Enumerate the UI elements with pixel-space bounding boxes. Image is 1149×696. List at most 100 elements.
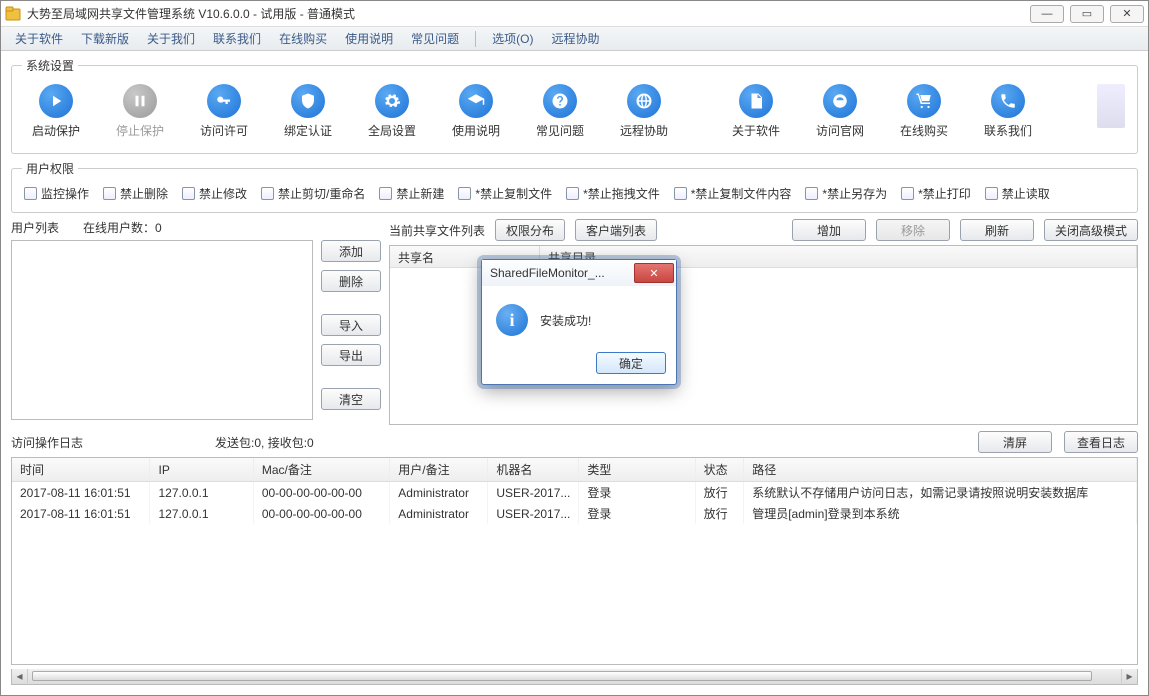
permission-checkbox-9[interactable]: *禁止打印 [901,185,971,202]
log-row[interactable]: 2017-08-11 16:01:51127.0.0.100-00-00-00-… [12,482,1137,504]
toolbar-start-protect[interactable]: 启动保护 [24,84,88,139]
horizontal-scrollbar[interactable]: ◂ ▸ [11,669,1138,685]
app-icon [5,6,21,22]
toolbar-stop-protect: 停止保护 [108,84,172,139]
permission-label: 监控操作 [41,185,89,202]
log-col-3[interactable]: 用户/备注 [390,458,488,482]
permission-checkbox-5[interactable]: *禁止复制文件 [458,185,552,202]
menu-item-1[interactable]: 下载新版 [73,28,137,49]
clear-log-button[interactable]: 清屏 [978,431,1052,453]
permission-checkbox-2[interactable]: 禁止修改 [182,185,247,202]
log-cell-status: 放行 [695,482,744,504]
toolbar-bind-auth[interactable]: 绑定认证 [276,84,340,139]
log-col-0[interactable]: 时间 [12,458,150,482]
toolbar-visit-site[interactable]: 访问官网 [808,84,872,139]
toolbar-usage-guide[interactable]: 使用说明 [444,84,508,139]
checkbox-icon [805,187,818,200]
permission-label: 禁止新建 [396,185,444,202]
log-col-2[interactable]: Mac/备注 [253,458,389,482]
menu-item-4[interactable]: 在线购买 [271,28,335,49]
minimize-button[interactable]: — [1030,5,1064,23]
menu-item-7[interactable]: 选项(O) [484,28,541,49]
log-col-6[interactable]: 状态 [695,458,744,482]
pause-icon [123,84,157,118]
toolbar-label: 停止保护 [116,122,164,139]
scroll-right-arrow-icon[interactable]: ▸ [1121,669,1137,683]
permission-label: 禁止读取 [1002,185,1050,202]
info-icon: i [496,304,528,336]
checkbox-icon [566,187,579,200]
menu-item-8[interactable]: 远程协助 [543,28,607,49]
toolbar-about-software[interactable]: 关于软件 [724,84,788,139]
toolbar-buy-online[interactable]: 在线购买 [892,84,956,139]
toolbar-global-settings[interactable]: 全局设置 [360,84,424,139]
gear-icon [375,84,409,118]
clear-users-button[interactable]: 清空 [321,388,381,410]
permission-checkbox-3[interactable]: 禁止剪切/重命名 [261,185,365,202]
toolbar-label: 联系我们 [984,122,1032,139]
permission-checkbox-8[interactable]: *禁止另存为 [805,185,887,202]
checkbox-icon [103,187,116,200]
toolbar-access-permit[interactable]: 访问许可 [192,84,256,139]
toolbar-label: 关于软件 [732,122,780,139]
log-cell-status: 放行 [695,503,744,524]
permission-checkbox-4[interactable]: 禁止新建 [379,185,444,202]
checkbox-icon [901,187,914,200]
cart-icon [907,84,941,118]
permission-checkbox-6[interactable]: *禁止拖拽文件 [566,185,660,202]
log-grid[interactable]: 时间IPMac/备注用户/备注机器名类型状态路径 2017-08-11 16:0… [11,457,1138,665]
close-button[interactable]: ✕ [1110,5,1144,23]
add-user-button[interactable]: 添加 [321,240,381,262]
close-advanced-button[interactable]: 关闭高级模式 [1044,219,1138,241]
permission-checkbox-7[interactable]: *禁止复制文件内容 [674,185,792,202]
log-col-1[interactable]: IP [150,458,253,482]
refresh-share-button[interactable]: 刷新 [960,219,1034,241]
log-col-4[interactable]: 机器名 [488,458,579,482]
share-list-label: 当前共享文件列表 [389,222,485,239]
permission-checkbox-1[interactable]: 禁止删除 [103,185,168,202]
maximize-button[interactable]: ▭ [1070,5,1104,23]
doc-icon [739,84,773,118]
dialog-title: SharedFileMonitor_... [490,266,634,280]
dialog-message: 安装成功! [540,312,591,329]
log-cell-user: Administrator [390,482,488,504]
menu-item-5[interactable]: 使用说明 [337,28,401,49]
toolbar-label: 使用说明 [452,122,500,139]
scroll-left-arrow-icon[interactable]: ◂ [12,669,28,683]
permission-label: *禁止拖拽文件 [583,185,660,202]
toolbar-faq[interactable]: 常见问题 [528,84,592,139]
menu-item-2[interactable]: 关于我们 [139,28,203,49]
permission-dist-button[interactable]: 权限分布 [495,219,565,241]
key-icon [207,84,241,118]
title-bar: 大势至局域网共享文件管理系统 V10.6.0.0 - 试用版 - 普通模式 — … [1,1,1148,27]
scroll-thumb[interactable] [32,671,1092,681]
globe-icon [627,84,661,118]
toolbar-label: 启动保护 [32,122,80,139]
menu-item-6[interactable]: 常见问题 [403,28,467,49]
toolbar-remote-assist[interactable]: 远程协助 [612,84,676,139]
add-share-button[interactable]: 增加 [792,219,866,241]
log-row[interactable]: 2017-08-11 16:01:51127.0.0.100-00-00-00-… [12,503,1137,524]
phone-icon [991,84,1025,118]
log-col-5[interactable]: 类型 [579,458,695,482]
ie-icon [823,84,857,118]
checkbox-icon [379,187,392,200]
checkbox-icon [458,187,471,200]
toolbar-contact-us[interactable]: 联系我们 [976,84,1040,139]
export-users-button[interactable]: 导出 [321,344,381,366]
import-users-button[interactable]: 导入 [321,314,381,336]
install-success-dialog: SharedFileMonitor_... ✕ i 安装成功! 确定 [481,259,677,385]
dialog-ok-button[interactable]: 确定 [596,352,666,374]
menu-item-0[interactable]: 关于软件 [7,28,71,49]
permission-checkbox-10[interactable]: 禁止读取 [985,185,1050,202]
client-list-button[interactable]: 客户端列表 [575,219,657,241]
menu-item-3[interactable]: 联系我们 [205,28,269,49]
permission-label: 禁止删除 [120,185,168,202]
view-log-button[interactable]: 查看日志 [1064,431,1138,453]
delete-user-button[interactable]: 删除 [321,270,381,292]
system-settings-group: 系统设置 启动保护停止保护访问许可绑定认证全局设置使用说明常见问题远程协助关于软… [11,57,1138,154]
permission-checkbox-0[interactable]: 监控操作 [24,185,89,202]
user-list[interactable] [11,240,313,420]
log-col-7[interactable]: 路径 [744,458,1137,482]
dialog-close-button[interactable]: ✕ [634,263,674,283]
